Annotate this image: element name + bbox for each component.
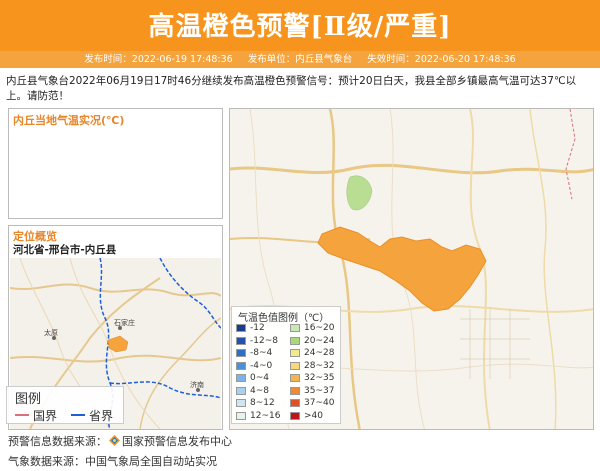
- national-border-swatch: [15, 414, 29, 416]
- publish-time: 发布时间：2022-06-19 17:48:36: [84, 54, 233, 65]
- legend-swatch: [236, 374, 246, 382]
- city-label-taiyuan: 太原: [44, 328, 58, 337]
- legend-swatch: [290, 361, 300, 370]
- legend-item: 12~16: [236, 411, 280, 421]
- national-border-label: 国界: [33, 409, 58, 423]
- temperature-legend-title: 气温色值图例（℃）: [238, 313, 330, 324]
- legend-item: -8~4: [236, 348, 272, 358]
- warning-meta-bar: 发布时间：2022-06-19 17:48:36 发布单位：内丘县气象台 失效时…: [0, 51, 600, 68]
- warning-source-link[interactable]: 国家预警信息发布中心: [122, 435, 232, 448]
- legend-item: -12: [236, 323, 265, 333]
- legend-item: 4~8: [236, 386, 269, 396]
- warning-description: 内丘县气象台2022年06月19日17时46分继续发布高温橙色预警信号：预计20…: [6, 75, 577, 102]
- legend-swatch: [290, 324, 300, 332]
- legend-swatch: [236, 349, 246, 357]
- legend-item: 16~20: [290, 323, 334, 333]
- map-legend-title: 图例: [15, 392, 42, 407]
- legend-swatch: [236, 399, 246, 407]
- legend-item: 35~37: [290, 386, 334, 396]
- legend-item: 24~28: [290, 348, 334, 358]
- city-label-jinan: 济南: [190, 380, 204, 389]
- legend-swatch: [290, 386, 300, 395]
- provincial-border-label: 省界: [89, 409, 114, 423]
- warning-center-logo-icon: [109, 435, 120, 446]
- legend-swatch: [290, 399, 300, 407]
- map-legend: 图例 国界 省界: [6, 386, 124, 424]
- legend-item: -12~8: [236, 336, 278, 346]
- local-temperature-title: 内丘当地气温实况(℃): [13, 114, 125, 127]
- legend-item: -4~0: [236, 361, 272, 371]
- legend-swatch: [290, 411, 300, 420]
- publisher: 发布单位：内丘县气象台: [247, 54, 353, 65]
- weather-source: 气象数据来源：中国气象局全国自动站实况: [8, 455, 217, 468]
- legend-swatch: [290, 349, 300, 357]
- local-temperature-panel: 内丘当地气温实况(℃): [8, 108, 223, 219]
- legend-swatch: [236, 361, 246, 370]
- legend-item: >40: [290, 411, 323, 421]
- warning-title: 高温橙色预警[Ⅱ级/严重]: [148, 12, 452, 42]
- warning-source-label: 预警信息数据来源：: [8, 435, 107, 448]
- legend-swatch: [236, 324, 246, 332]
- legend-swatch: [236, 411, 246, 420]
- legend-item: 20~24: [290, 336, 334, 346]
- legend-swatch: [236, 386, 246, 395]
- warning-source: 预警信息数据来源： 国家预警信息发布中心: [8, 433, 232, 449]
- legend-item: 32~35: [290, 373, 334, 383]
- expire-time: 失效时间：2022-06-20 17:48:36: [367, 54, 516, 65]
- legend-item: 37~40: [290, 398, 334, 408]
- city-label-shijiazhuang: 石家庄: [114, 318, 135, 327]
- provincial-border-swatch: [71, 414, 85, 416]
- temperature-color-legend: 气温色值图例（℃） -12 -12~8 -8~4 -4~0 0~4 4~8 8~…: [231, 306, 341, 424]
- legend-item: 28~32: [290, 361, 334, 371]
- legend-item: 0~4: [236, 373, 269, 383]
- legend-swatch: [290, 374, 300, 382]
- warning-header: 高温橙色预警[Ⅱ级/严重]: [0, 0, 600, 51]
- legend-item: 8~12: [236, 398, 275, 408]
- legend-swatch: [290, 336, 300, 345]
- legend-swatch: [236, 336, 246, 345]
- location-path: 河北省-邢台市-内丘县: [13, 244, 117, 256]
